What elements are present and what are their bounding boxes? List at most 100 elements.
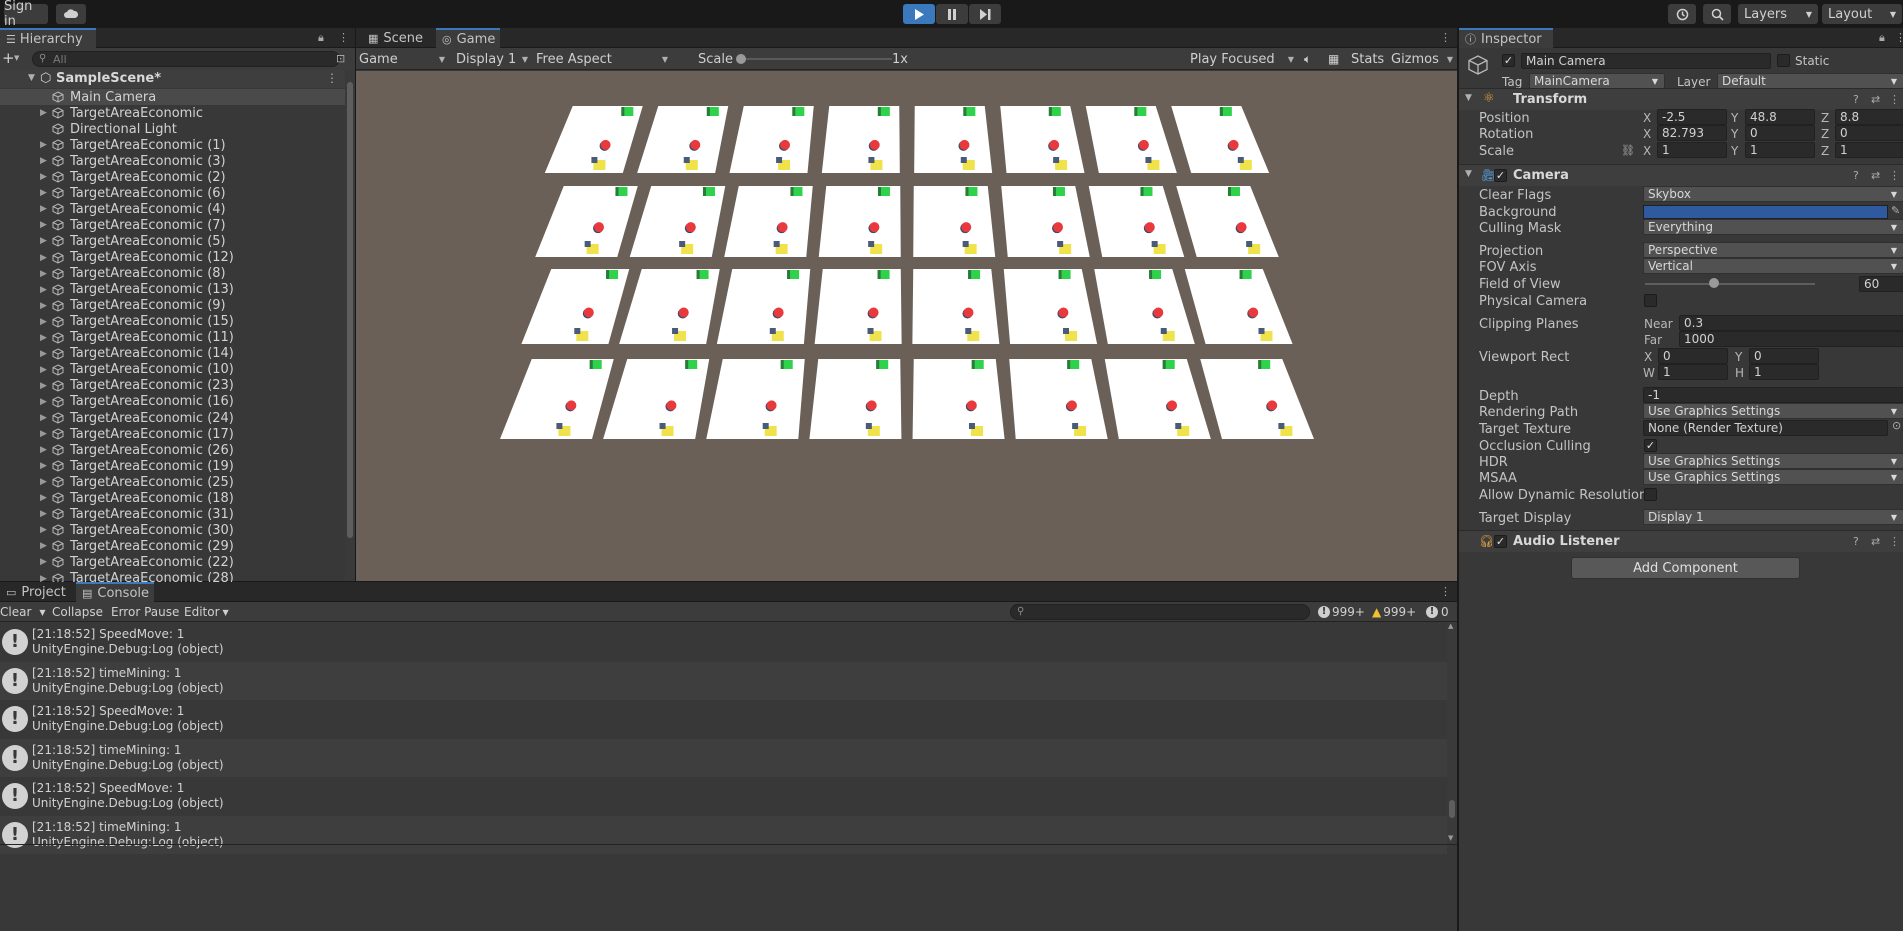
hdr-dropdown[interactable]: Use Graphics Settings ▼ [1643,453,1903,469]
hierarchy-item[interactable]: ▶ TargetAreaEconomic (23) [0,378,345,394]
chevron-right-icon[interactable]: ▶ [40,108,48,118]
hierarchy-item[interactable]: Main Camera [0,89,345,105]
chevron-right-icon[interactable]: ▶ [40,317,48,327]
hierarchy-item[interactable]: ▶ TargetAreaEconomic (17) [0,426,345,442]
speaker-icon[interactable]: 🔈︎ [1304,50,1311,68]
tab-console[interactable]: ▤ Console [76,582,154,602]
chevron-right-icon[interactable]: ▶ [40,493,48,503]
fov-slider-thumb[interactable] [1709,278,1719,288]
chevron-right-icon[interactable]: ▶ [40,172,48,182]
fov-axis-dropdown[interactable]: Vertical ▼ [1643,258,1903,274]
tab-hierarchy[interactable]: ☰ Hierarchy [0,28,96,48]
gizmos-dropdown[interactable]: Gizmos ▼ [1391,50,1453,68]
error-pause-button[interactable]: Error Pause [111,604,179,620]
hierarchy-item[interactable]: ▶ TargetAreaEconomic (26) [0,442,345,458]
chevron-right-icon[interactable]: ▶ [40,541,48,551]
tab-game[interactable]: ◎ Game [436,28,500,48]
chevron-right-icon[interactable]: ▶ [40,397,48,407]
layout-dropdown[interactable]: Layout ▼ [1822,4,1902,24]
hierarchy-item[interactable]: Directional Light [0,121,345,137]
hierarchy-item[interactable]: ▶ TargetAreaEconomic (1) [0,137,345,153]
more-icon[interactable]: ⋮ [326,71,338,85]
scene-row[interactable]: ▼ ⬡ SampleScene* ⋮ [0,70,345,88]
chevron-right-icon[interactable]: ▶ [40,285,48,295]
chevron-right-icon[interactable]: ▶ [40,429,48,439]
stats-button[interactable]: Stats [1351,50,1384,68]
console-entry[interactable]: ! [21:18:52] timeMining: 1 UnityEngine.Deb… [0,816,1447,854]
help-icon[interactable]: ? [1853,535,1859,548]
viewport-w-field[interactable]: 1 [1658,364,1728,380]
collapse-button[interactable]: Collapse [52,604,103,620]
chevron-right-icon[interactable]: ▶ [40,333,48,343]
rotation-x-field[interactable]: 82.793 [1657,125,1727,141]
help-icon[interactable]: ? [1853,93,1859,106]
fov-slider-track[interactable] [1645,283,1815,285]
tab-scene[interactable]: ▦ Scene [362,28,434,48]
chevron-right-icon[interactable]: ▶ [40,140,48,150]
chevron-down-icon[interactable]: ▼ [1465,93,1472,103]
hierarchy-item[interactable]: ▶ TargetAreaEconomic (11) [0,330,345,346]
chevron-right-icon[interactable]: ▶ [40,204,48,214]
layers-dropdown[interactable]: Layers ▼ [1738,4,1818,24]
more-icon[interactable]: ⋮ [1440,31,1451,44]
clear-button[interactable]: Clear ▼ [0,604,46,620]
preset-icon[interactable]: ⇄ [1871,93,1880,106]
play-mode-dropdown[interactable]: Play Focused ▼ [1190,50,1294,68]
console-search-input[interactable]: ⚲ [1010,604,1310,620]
dynamic-resolution-checkbox[interactable] [1644,488,1657,501]
depth-field[interactable]: -1 [1643,387,1903,403]
chevron-down-icon[interactable]: ▼ [14,54,19,62]
camera-enabled-checkbox[interactable]: ✓ [1494,169,1507,182]
scale-slider-track[interactable] [738,58,892,60]
more-icon[interactable]: ⋮ [1889,535,1900,548]
projection-dropdown[interactable]: Perspective ▼ [1643,242,1903,258]
hierarchy-item[interactable]: ▶ TargetAreaEconomic (15) [0,314,345,330]
object-name-field[interactable]: Main Camera [1521,53,1771,69]
scale-y-field[interactable]: 1 [1745,142,1815,158]
chevron-right-icon[interactable]: ▶ [40,269,48,279]
console-entry[interactable]: ! [21:18:52] SpeedMove: 1 UnityEngine.Debu… [0,777,1447,815]
console-entry[interactable]: ! [21:18:52] timeMining: 1 UnityEngine.Deb… [0,661,1447,700]
preset-icon[interactable]: ⇄ [1871,169,1880,182]
near-field[interactable]: 0.3 [1679,315,1903,331]
chevron-right-icon[interactable]: ▶ [40,445,48,455]
audio-listener-checkbox[interactable]: ✓ [1494,535,1507,548]
more-icon[interactable]: ⋮ [1889,169,1900,182]
scale-slider-thumb[interactable] [736,54,746,64]
chevron-right-icon[interactable]: ▶ [40,220,48,230]
chevron-right-icon[interactable]: ▶ [40,188,48,198]
hierarchy-item[interactable]: ▶ TargetAreaEconomic (9) [0,298,345,314]
chevron-right-icon[interactable]: ▶ [40,301,48,311]
target-texture-field[interactable]: None (Render Texture) [1643,420,1888,436]
rotation-z-field[interactable]: 0 [1835,125,1903,141]
hierarchy-item[interactable]: ▶ TargetAreaEconomic (22) [0,554,345,570]
hierarchy-item[interactable]: ▶ TargetAreaEconomic [0,105,345,121]
hierarchy-item[interactable]: ▶ TargetAreaEconomic (30) [0,522,345,538]
scroll-up-icon[interactable]: ▲ [1448,622,1453,630]
hierarchy-item[interactable]: ▶ TargetAreaEconomic (3) [0,153,345,169]
object-picker-icon[interactable]: ⊙ [1892,419,1901,432]
hierarchy-item[interactable]: ▶ TargetAreaEconomic (8) [0,266,345,282]
scrollbar-thumb[interactable] [1449,800,1455,818]
step-button[interactable] [969,4,1001,24]
hierarchy-item[interactable]: ▶ TargetAreaEconomic (6) [0,185,345,201]
hierarchy-item[interactable]: ▶ TargetAreaEconomic (19) [0,458,345,474]
search-button[interactable] [1703,4,1731,24]
tag-dropdown[interactable]: MainCamera ▼ [1529,73,1665,89]
hierarchy-item[interactable]: ▶ TargetAreaEconomic (29) [0,538,345,554]
sign-in-button[interactable]: Sign in [4,0,48,29]
viewport-h-field[interactable]: 1 [1749,364,1819,380]
more-icon[interactable]: ⋮ [338,31,349,44]
help-icon[interactable]: ? [1853,169,1859,182]
background-color-field[interactable] [1643,205,1888,219]
hierarchy-search-input[interactable]: ⚲ All [32,51,340,67]
chevron-right-icon[interactable]: ▶ [40,525,48,535]
fov-field[interactable]: 60 [1859,276,1903,292]
hierarchy-item[interactable]: ▶ TargetAreaEconomic (4) [0,201,345,217]
chevron-right-icon[interactable]: ▶ [40,413,48,423]
viewport-y-field[interactable]: 0 [1749,348,1819,364]
chevron-right-icon[interactable]: ▶ [40,236,48,246]
culling-mask-dropdown[interactable]: Everything ▼ [1643,219,1903,235]
scale-x-field[interactable]: 1 [1657,142,1727,158]
hierarchy-item[interactable]: ▶ TargetAreaEconomic (13) [0,282,345,298]
